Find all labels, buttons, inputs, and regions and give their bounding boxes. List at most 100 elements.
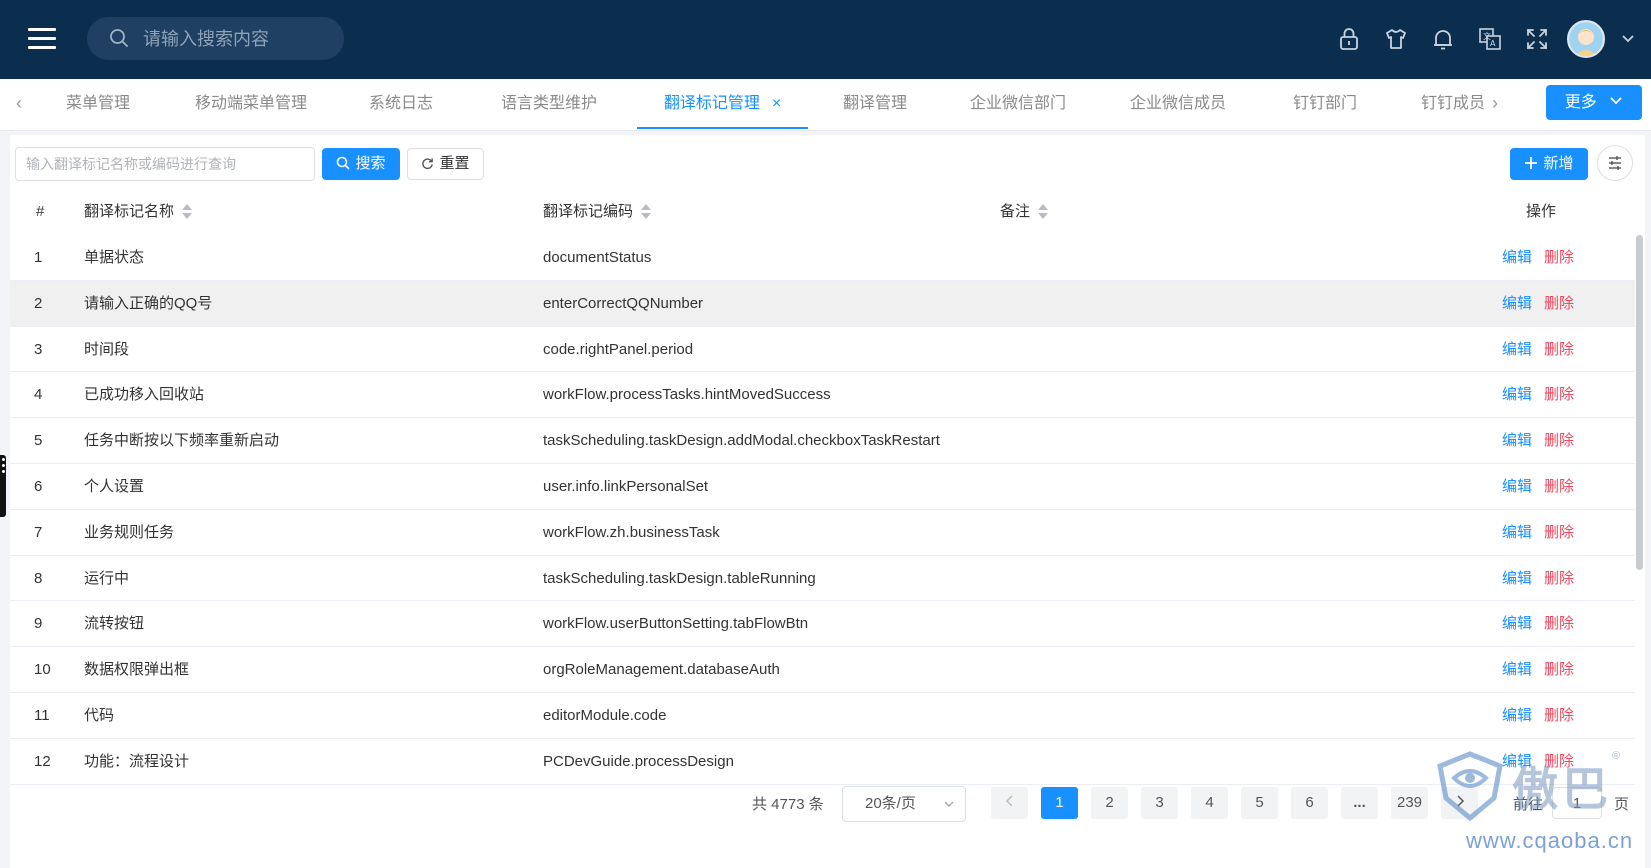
row-index: 5 (34, 432, 43, 450)
plus-icon (1525, 157, 1538, 169)
page-3-button[interactable]: 3 (1141, 787, 1178, 819)
col-remark[interactable]: 备注 (1000, 189, 1049, 235)
edit-link[interactable]: 编辑 (1502, 295, 1532, 312)
tab-dingtalk-member[interactable]: 钉钉成员 (1408, 79, 1498, 129)
edit-link[interactable]: 编辑 (1502, 524, 1532, 541)
table-row: 7 业务规则任务 workFlow.zh.businessTask 编辑 删除 (10, 510, 1635, 556)
tab-menu-management[interactable]: 菜单管理 (48, 79, 148, 129)
tab-system-log[interactable]: 系统日志 (356, 79, 446, 129)
lock-icon[interactable] (1336, 26, 1362, 52)
row-name: 任务中断按以下频率重新启动 (84, 432, 280, 450)
row-name: 功能：流程设计 (84, 752, 190, 770)
row-name: 个人设置 (84, 477, 145, 495)
page-size-select[interactable]: 20条/页 (842, 786, 966, 822)
tab-close-icon[interactable]: × (772, 95, 781, 112)
page-ellipsis-button[interactable]: ... (1341, 787, 1378, 819)
edit-link[interactable]: 编辑 (1502, 753, 1532, 770)
page-4-button[interactable]: 4 (1191, 787, 1228, 819)
edit-link[interactable]: 编辑 (1502, 615, 1532, 632)
delete-link[interactable]: 删除 (1544, 341, 1574, 358)
chevron-down-icon[interactable] (1620, 30, 1636, 46)
goto-page-input[interactable] (1552, 787, 1602, 819)
delete-link[interactable]: 删除 (1544, 661, 1574, 678)
column-settings-button[interactable] (1597, 145, 1633, 181)
add-button[interactable]: 新增 (1510, 148, 1588, 180)
row-code: taskScheduling.taskDesign.tableRunning (543, 569, 816, 587)
reset-button[interactable]: 重置 (407, 148, 484, 180)
total-count: 共 4773 条 (752, 796, 824, 813)
delete-link[interactable]: 删除 (1544, 707, 1574, 724)
row-code: user.info.linkPersonalSet (543, 477, 709, 495)
chevron-down-icon (1610, 97, 1622, 105)
goto-label: 前往 (1513, 796, 1544, 813)
edit-link[interactable]: 编辑 (1502, 478, 1532, 495)
menu-toggle-icon[interactable] (28, 28, 56, 50)
page-6-button[interactable]: 6 (1291, 787, 1328, 819)
row-index: 4 (34, 386, 43, 404)
delete-link[interactable]: 删除 (1544, 386, 1574, 403)
page-2-button[interactable]: 2 (1091, 787, 1128, 819)
delete-link[interactable]: 删除 (1544, 753, 1574, 770)
page-5-button[interactable]: 5 (1241, 787, 1278, 819)
tab-bar: ‹ 菜单管理 移动端菜单管理 系统日志 语言类型维护 翻译标记管理 × 翻译管理 … (0, 79, 1651, 131)
row-actions: 编辑 删除 (1502, 464, 1574, 509)
prev-page-button[interactable] (991, 787, 1028, 819)
table-body: 1 单据状态 documentStatus 编辑 删除 2 请输入正确的QQ号 enterC… (10, 235, 1635, 785)
edit-link[interactable]: 编辑 (1502, 661, 1532, 678)
delete-link[interactable]: 删除 (1544, 432, 1574, 449)
delete-link[interactable]: 删除 (1544, 295, 1574, 312)
row-name: 请输入正确的QQ号 (84, 294, 213, 312)
search-button[interactable]: 搜索 (322, 148, 400, 180)
edit-link[interactable]: 编辑 (1502, 386, 1532, 403)
page-last-button[interactable]: 239 (1391, 787, 1428, 819)
tab-language-type[interactable]: 语言类型维护 (490, 79, 608, 129)
edit-link[interactable]: 编辑 (1502, 570, 1532, 587)
row-actions: 编辑 删除 (1502, 418, 1574, 463)
tab-mobile-menu-management[interactable]: 移动端菜单管理 (184, 79, 318, 129)
row-index: 1 (34, 249, 43, 266)
sort-icon[interactable] (1038, 203, 1049, 221)
table-row: 6 个人设置 user.info.linkPersonalSet 编辑 删除 (10, 464, 1635, 510)
row-code: editorModule.code (543, 706, 667, 724)
tab-scroll-left-icon[interactable]: ‹ (16, 93, 30, 115)
sort-icon[interactable] (641, 203, 652, 221)
more-tabs-button[interactable]: 更多 (1546, 85, 1642, 120)
global-search-input[interactable] (143, 25, 333, 53)
next-page-button[interactable] (1441, 787, 1478, 819)
edit-link[interactable]: 编辑 (1502, 249, 1532, 266)
row-name: 代码 (84, 706, 115, 724)
user-avatar[interactable] (1567, 20, 1605, 58)
page-1-button[interactable]: 1 (1041, 787, 1078, 819)
delete-link[interactable]: 删除 (1544, 249, 1574, 266)
table-header: # 翻译标记名称 翻译标记编码 备注 操作 (10, 189, 1635, 235)
edit-link[interactable]: 编辑 (1502, 432, 1532, 449)
tab-wecom-member[interactable]: 企业微信成员 (1120, 79, 1236, 129)
tab-translation-management[interactable]: 翻译管理 (830, 79, 920, 129)
bell-icon[interactable] (1430, 26, 1456, 52)
mark-query-input[interactable] (15, 147, 315, 181)
delete-link[interactable]: 删除 (1544, 524, 1574, 541)
tab-translation-mark-management[interactable]: 翻译标记管理 × (637, 79, 808, 129)
shirt-icon[interactable] (1383, 26, 1409, 52)
edit-link[interactable]: 编辑 (1502, 707, 1532, 724)
tab-wecom-department[interactable]: 企业微信部门 (960, 79, 1076, 129)
row-index: 10 (34, 661, 51, 679)
tab-scroll-right-icon[interactable]: › (1492, 93, 1506, 115)
delete-link[interactable]: 删除 (1544, 478, 1574, 495)
sort-icon[interactable] (182, 203, 193, 221)
tab-dingtalk-department[interactable]: 钉钉部门 (1280, 79, 1370, 129)
table-row: 8 运行中 taskScheduling.taskDesign.tableRunni… (10, 556, 1635, 602)
side-drawer-handle[interactable] (0, 455, 6, 517)
edit-link[interactable]: 编辑 (1502, 341, 1532, 358)
delete-link[interactable]: 删除 (1544, 570, 1574, 587)
col-code[interactable]: 翻译标记编码 (543, 189, 652, 235)
fullscreen-icon[interactable] (1524, 26, 1550, 52)
table-scrollbar[interactable] (1636, 235, 1643, 570)
translate-icon[interactable]: 文A (1477, 26, 1503, 52)
table-row: 10 数据权限弹出框 orgRoleManagement.databaseAuth 编… (10, 647, 1635, 693)
row-actions: 编辑 删除 (1502, 693, 1574, 738)
col-name[interactable]: 翻译标记名称 (84, 189, 193, 235)
row-name: 时间段 (84, 340, 130, 358)
delete-link[interactable]: 删除 (1544, 615, 1574, 632)
global-search[interactable] (87, 17, 344, 60)
